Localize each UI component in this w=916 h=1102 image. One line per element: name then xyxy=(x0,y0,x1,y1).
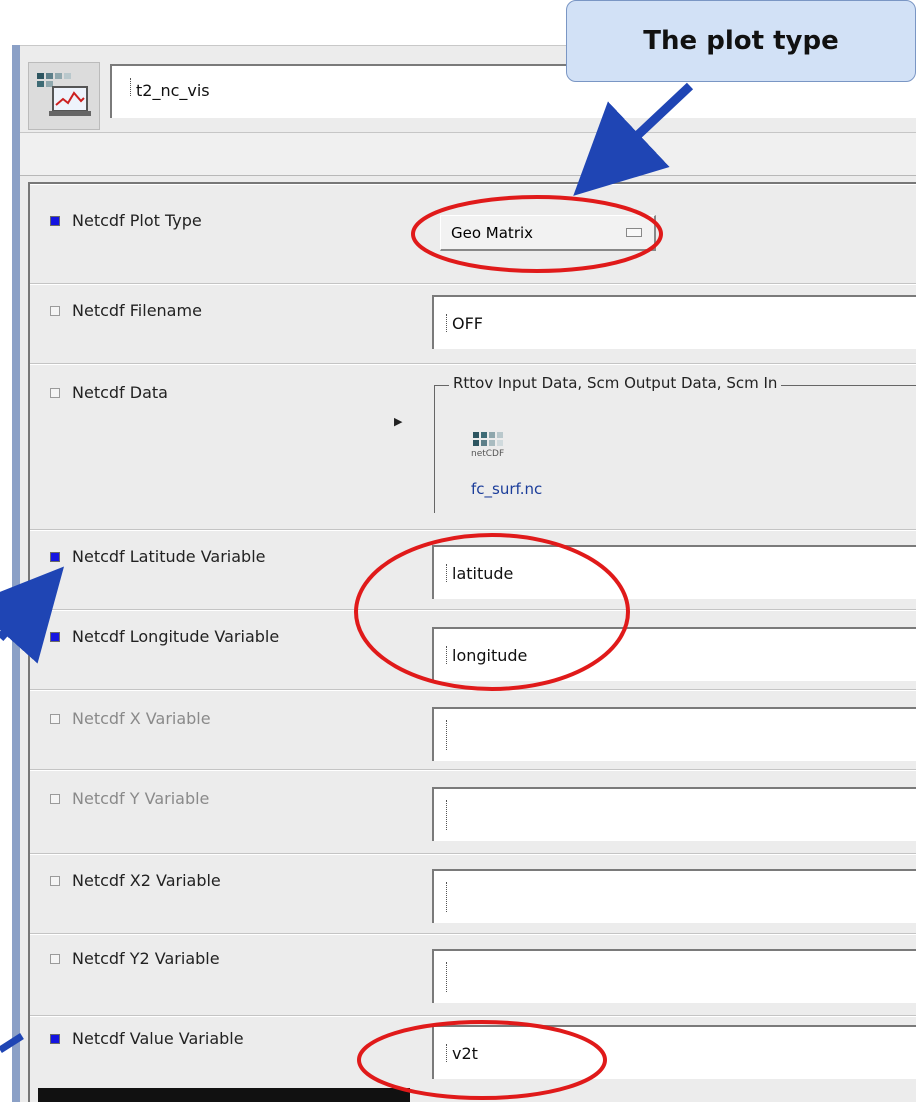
left-arrow-value xyxy=(0,1033,24,1053)
highlight-value xyxy=(357,1020,607,1100)
highlight-plot-type xyxy=(411,195,663,273)
highlight-lat-lon xyxy=(354,533,630,691)
callout-arrow xyxy=(573,82,694,196)
left-arrow-latitude xyxy=(0,566,65,664)
annotation-overlay xyxy=(0,82,694,1100)
